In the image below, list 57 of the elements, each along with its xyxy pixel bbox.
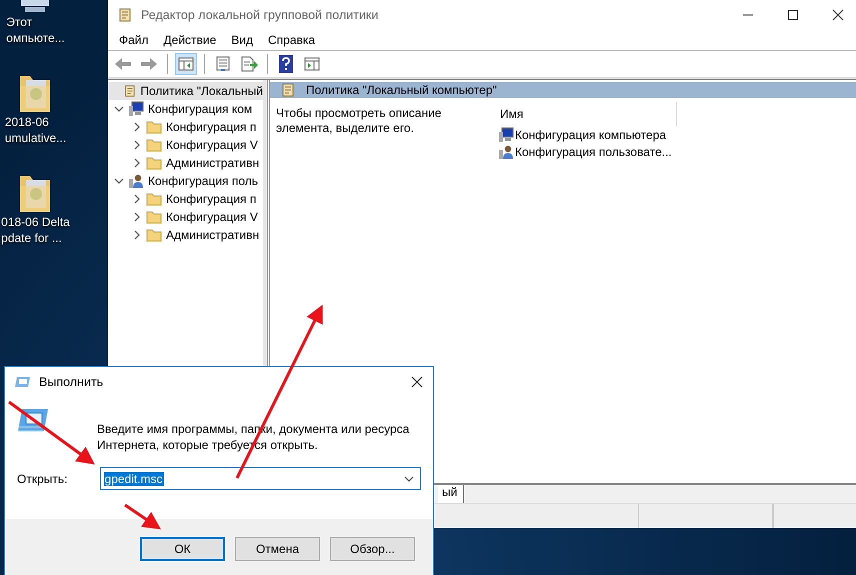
desktop-icon-label[interactable]: 018-06 Delta pdate for ... [0, 214, 70, 246]
folder-icon [146, 138, 162, 152]
dialog-button[interactable]: Обзор... [330, 537, 415, 561]
dialog-button[interactable]: Отмена [235, 537, 320, 561]
description-text: Чтобы просмотреть описание элемента, выделите его. [275, 105, 442, 137]
chevron-down-icon[interactable] [114, 104, 124, 114]
chevron-right-icon[interactable] [132, 122, 142, 132]
tree-button[interactable] [175, 53, 197, 75]
chevron-right-icon[interactable] [132, 158, 142, 168]
computer-icon [498, 126, 514, 142]
close-icon[interactable] [411, 376, 423, 388]
field-label: Открыть: [17, 472, 68, 486]
user-icon [128, 173, 144, 189]
run-icon [15, 376, 31, 388]
folder-icon [146, 210, 162, 224]
close-icon[interactable] [832, 9, 844, 21]
scroll-icon [117, 7, 133, 23]
folder-icon [146, 228, 162, 242]
chevron-down-icon[interactable] [114, 176, 124, 186]
menu-item[interactable]: Вид [231, 33, 253, 47]
folder-icon [146, 192, 162, 206]
column-header[interactable]: Имя [492, 102, 677, 126]
menu-item[interactable]: Справка [268, 33, 316, 47]
tree-item[interactable]: Административн [108, 226, 263, 244]
pane-title: Политика "Локальный компьютер" [306, 83, 497, 97]
dialog-button[interactable]: ОК [140, 537, 225, 561]
tree-item[interactable]: Политика "Локальный [108, 82, 263, 100]
dialog-title: Выполнить [39, 375, 104, 389]
tab[interactable]: ый [438, 485, 464, 503]
scroll-icon [122, 83, 136, 99]
scroll-icon [280, 82, 296, 98]
tree-item[interactable]: Конфигурация п [108, 190, 263, 208]
list-item[interactable]: Конфигурация компьютера [492, 126, 677, 143]
user-icon [498, 144, 514, 160]
command-field[interactable]: gpedit.msc [100, 467, 421, 490]
chevron-right-icon[interactable] [132, 194, 142, 204]
desktop-icon-label[interactable]: 2018-06 umulative... [4, 114, 66, 146]
menu-item[interactable]: Файл [119, 33, 149, 47]
tree-item[interactable]: Конфигурация ком [108, 100, 263, 118]
computer-icon [128, 101, 144, 117]
list-item[interactable]: Конфигурация пользовате... [492, 143, 677, 160]
folder-icon [146, 156, 162, 170]
chevron-right-icon[interactable] [132, 140, 142, 150]
desktop-icon-label[interactable]: Этот омпьюте... [5, 14, 65, 46]
arrow [124, 504, 161, 530]
folder-icon [146, 120, 162, 134]
tree-item[interactable]: Конфигурация V [108, 208, 263, 226]
tree-item[interactable]: Конфигурация поль [108, 172, 263, 190]
chevron-right-icon[interactable] [132, 212, 142, 222]
window-title: Редактор локальной групповой политики [141, 8, 378, 22]
tree-item[interactable]: Конфигурация V [108, 136, 263, 154]
tree-item[interactable]: Конфигурация п [108, 118, 263, 136]
chevron-right-icon[interactable] [132, 230, 142, 240]
dropdown-icon[interactable] [404, 474, 414, 482]
tree-item[interactable]: Административн [108, 154, 263, 172]
menu-item[interactable]: Действие [164, 33, 216, 47]
maximize-icon[interactable] [787, 9, 799, 21]
